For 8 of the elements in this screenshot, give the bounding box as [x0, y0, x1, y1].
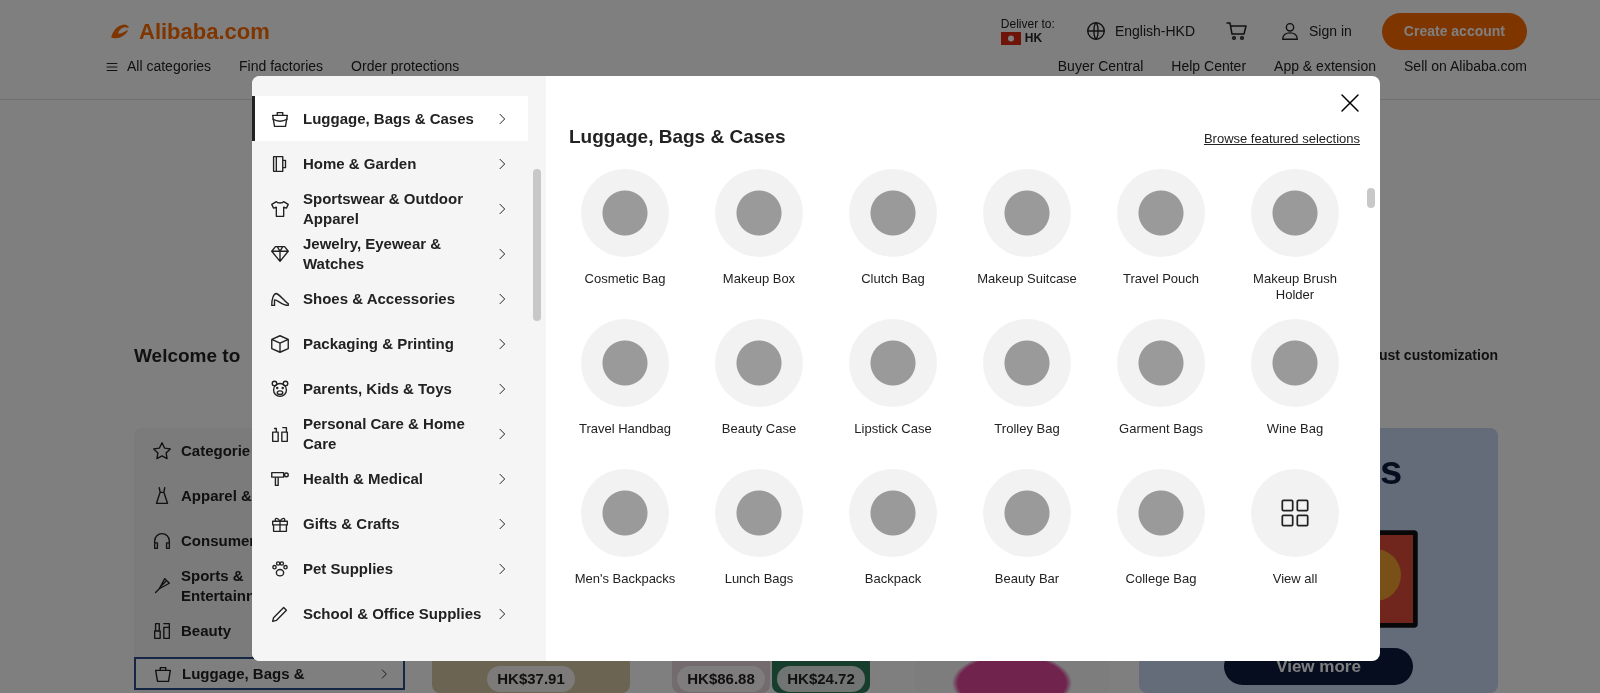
- welcome-heading: Welcome to: [134, 345, 241, 368]
- price-tag: HK$37.91: [487, 665, 575, 692]
- section-text: ust customization: [1379, 346, 1498, 365]
- price-tag: HK$86.88: [677, 665, 765, 692]
- price-tag: HK$24.72: [777, 665, 865, 692]
- deliver-label: Deliver to:: [1000, 16, 1055, 31]
- banner-heading: s: [1380, 450, 1404, 490]
- section-title: Luggage, Bags & Cases: [569, 126, 786, 149]
